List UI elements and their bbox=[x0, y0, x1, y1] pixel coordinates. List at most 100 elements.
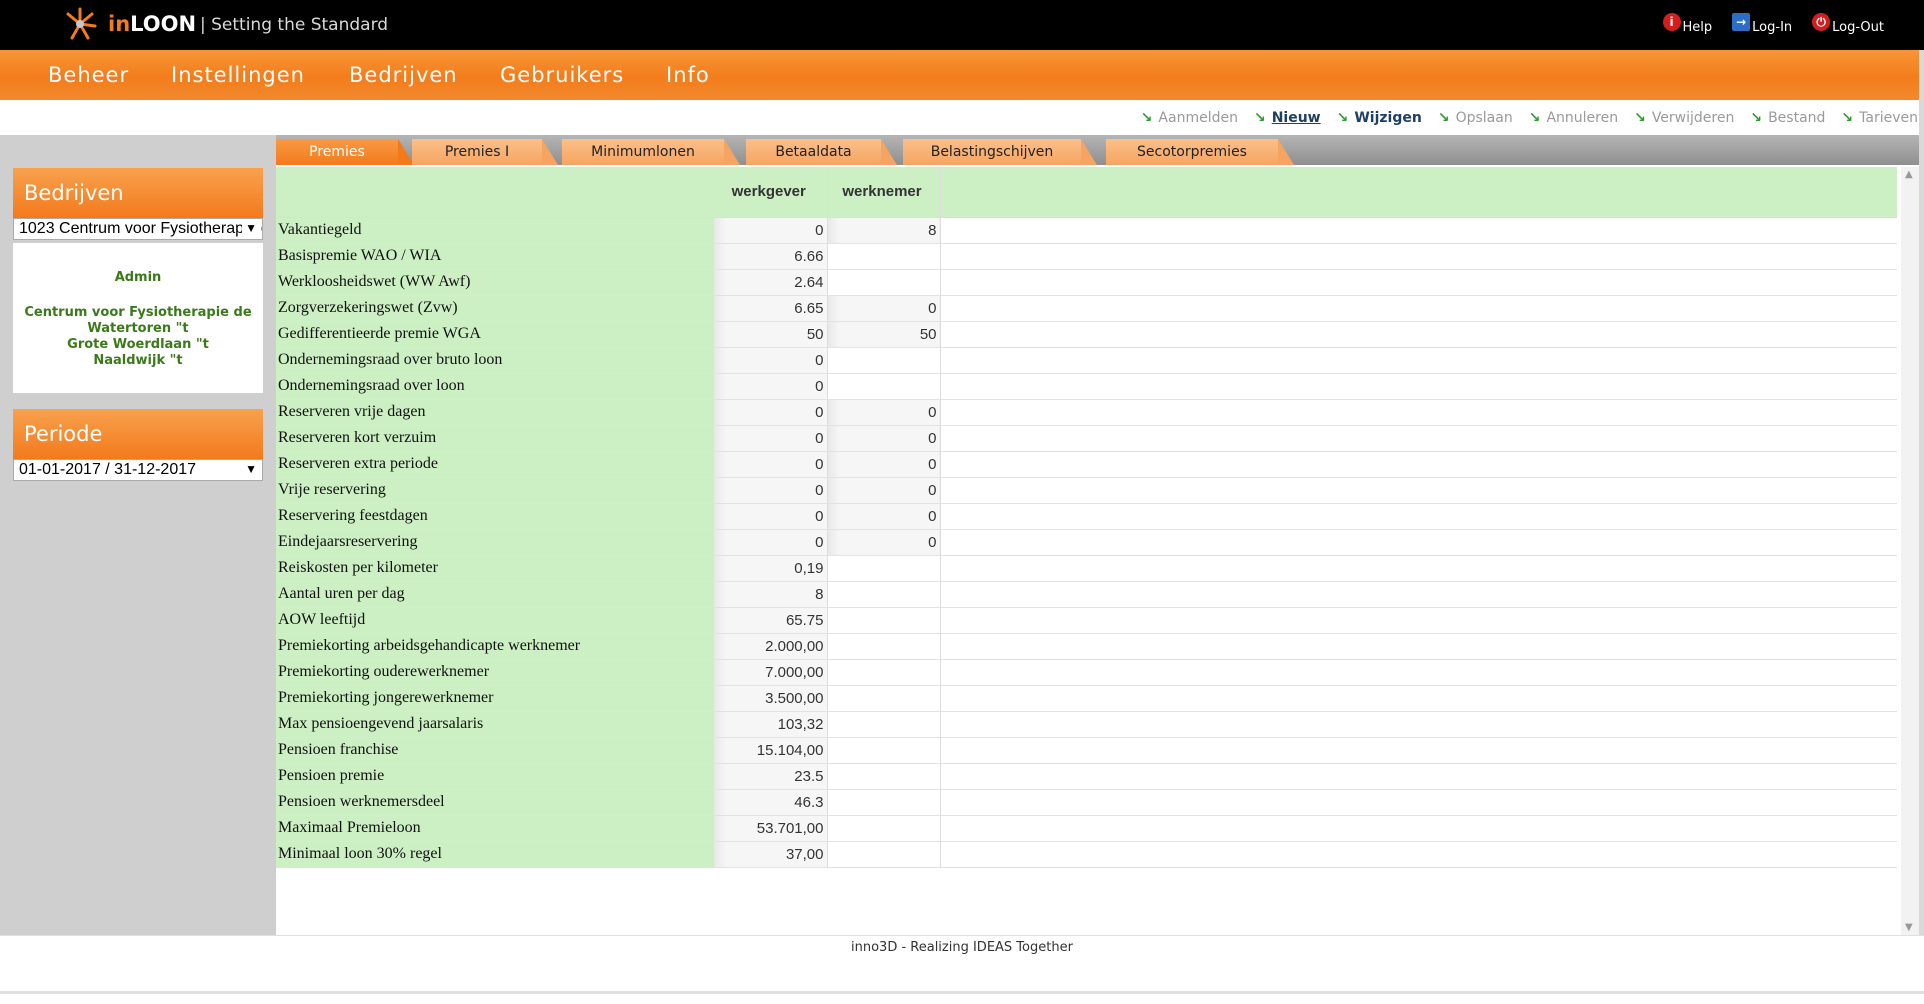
werkgever-cell[interactable]: 0 bbox=[714, 451, 828, 478]
werkgever-cell[interactable]: 0,19 bbox=[714, 555, 828, 582]
werknemer-cell[interactable]: 0 bbox=[827, 529, 941, 556]
werkgever-cell[interactable]: 2.64 bbox=[714, 269, 828, 296]
table-row: Reserveren extra periode 0 0 bbox=[276, 451, 1897, 478]
row-label: Basispremie WAO / WIA bbox=[276, 243, 714, 270]
werknemer-cell[interactable] bbox=[827, 581, 941, 608]
werknemer-cell[interactable] bbox=[827, 711, 941, 738]
werkgever-cell[interactable]: 8 bbox=[714, 581, 828, 608]
werknemer-cell[interactable]: 0 bbox=[827, 295, 941, 322]
werknemer-cell[interactable]: 0 bbox=[827, 477, 941, 504]
werknemer-cell[interactable] bbox=[827, 373, 941, 400]
werknemer-cell[interactable] bbox=[827, 841, 941, 868]
werkgever-cell[interactable]: 0 bbox=[714, 529, 828, 556]
row-spacer bbox=[940, 503, 1897, 530]
row-spacer bbox=[940, 477, 1897, 504]
wijzigen-button[interactable]: ↘ Wijzigen bbox=[1337, 110, 1422, 126]
werknemer-cell[interactable] bbox=[827, 659, 941, 686]
nav-item-info[interactable]: Info bbox=[666, 63, 710, 87]
werkgever-cell[interactable]: 37,00 bbox=[714, 841, 828, 868]
nav-item-bedrijven[interactable]: Bedrijven bbox=[349, 63, 458, 87]
werkgever-cell[interactable]: 65.75 bbox=[714, 607, 828, 634]
bestand-button[interactable]: ↘ Bestand bbox=[1750, 110, 1825, 126]
table-row: Premiekorting jongerewerknemer 3.500,00 bbox=[276, 685, 1897, 712]
row-spacer bbox=[940, 659, 1897, 686]
werknemer-cell[interactable] bbox=[827, 763, 941, 790]
row-label: Werkloosheidswet (WW Awf) bbox=[276, 269, 714, 296]
bedrijven-panel-title: Bedrijven bbox=[13, 168, 263, 218]
werkgever-cell[interactable]: 50 bbox=[714, 321, 828, 348]
werknemer-cell[interactable] bbox=[827, 243, 941, 270]
table-row: Gedifferentieerde premie WGA 50 50 bbox=[276, 321, 1897, 348]
werknemer-cell[interactable]: 8 bbox=[827, 217, 941, 244]
werknemer-cell[interactable] bbox=[827, 789, 941, 816]
row-spacer bbox=[940, 269, 1897, 296]
bedrijven-select[interactable]: 1023 Centrum voor Fysiotherapie de Water… bbox=[13, 218, 263, 240]
werknemer-cell[interactable] bbox=[827, 347, 941, 374]
periode-select[interactable]: 01-01-2017 / 31-12-2017 ▼ bbox=[13, 459, 263, 481]
verwijderen-button[interactable]: ↘ Verwijderen bbox=[1634, 110, 1734, 126]
werkgever-cell[interactable]: 7.000,00 bbox=[714, 659, 828, 686]
werknemer-cell[interactable]: 0 bbox=[827, 425, 941, 452]
werkgever-cell[interactable]: 0 bbox=[714, 503, 828, 530]
table-row: AOW leeftijd 65.75 bbox=[276, 607, 1897, 634]
werkgever-cell[interactable]: 53.701,00 bbox=[714, 815, 828, 842]
tab-belastingschijven[interactable]: Belastingschijven bbox=[903, 139, 1097, 165]
scroll-up-icon[interactable]: ▲ bbox=[1905, 169, 1913, 180]
help-link[interactable]: i Help bbox=[1662, 13, 1712, 35]
werkgever-cell[interactable]: 15.104,00 bbox=[714, 737, 828, 764]
row-spacer bbox=[940, 841, 1897, 868]
werknemer-cell[interactable] bbox=[827, 815, 941, 842]
werkgever-cell[interactable]: 2.000,00 bbox=[714, 633, 828, 660]
row-label: Vakantiegeld bbox=[276, 217, 714, 244]
werknemer-cell[interactable] bbox=[827, 737, 941, 764]
company-line: Grote Woerdlaan "t bbox=[67, 337, 209, 352]
vertical-scrollbar[interactable]: ▲ ▼ bbox=[1901, 167, 1919, 935]
row-spacer bbox=[940, 555, 1897, 582]
werkgever-cell[interactable]: 6.65 bbox=[714, 295, 828, 322]
nav-item-beheer[interactable]: Beheer bbox=[48, 63, 129, 87]
row-label: Pensioen franchise bbox=[276, 737, 714, 764]
werkgever-cell[interactable]: 0 bbox=[714, 425, 828, 452]
scroll-down-icon[interactable]: ▼ bbox=[1905, 922, 1913, 933]
tab-secotorpremies[interactable]: Secotorpremies bbox=[1106, 139, 1294, 165]
werknemer-cell[interactable]: 50 bbox=[827, 321, 941, 348]
werknemer-cell[interactable] bbox=[827, 607, 941, 634]
nav-item-gebruikers[interactable]: Gebruikers bbox=[500, 63, 624, 87]
nav-item-instellingen[interactable]: Instellingen bbox=[171, 63, 305, 87]
werkgever-cell[interactable]: 0 bbox=[714, 477, 828, 504]
tab-premies[interactable]: Premies bbox=[276, 139, 414, 165]
werkgever-cell[interactable]: 0 bbox=[714, 399, 828, 426]
nieuw-button[interactable]: ↘ Nieuw bbox=[1254, 110, 1321, 126]
login-link[interactable]: → Log-In bbox=[1732, 13, 1792, 35]
opslaan-button[interactable]: ↘ Opslaan bbox=[1438, 110, 1513, 126]
werkgever-cell[interactable]: 0 bbox=[714, 373, 828, 400]
aanmelden-button[interactable]: ↘ Aanmelden bbox=[1141, 110, 1238, 126]
tab-minimumlonen[interactable]: Minimumlonen bbox=[562, 139, 740, 165]
werknemer-cell[interactable]: 0 bbox=[827, 451, 941, 478]
werkgever-cell[interactable]: 3.500,00 bbox=[714, 685, 828, 712]
logout-link[interactable]: ⏻ Log-Out bbox=[1812, 13, 1884, 35]
tarieven-button[interactable]: ↘ Tarieven bbox=[1841, 110, 1918, 126]
table-row: Reservering feestdagen 0 0 bbox=[276, 503, 1897, 530]
werknemer-cell[interactable] bbox=[827, 269, 941, 296]
werkgever-cell[interactable]: 46.3 bbox=[714, 789, 828, 816]
werkgever-cell[interactable]: 6.66 bbox=[714, 243, 828, 270]
starburst-logo-icon bbox=[66, 7, 97, 40]
app-tagline: | Setting the Standard bbox=[200, 15, 389, 35]
werknemer-cell[interactable] bbox=[827, 633, 941, 660]
table-row: Reiskosten per kilometer 0,19 bbox=[276, 555, 1897, 582]
header-werknemer: werknemer bbox=[827, 167, 941, 218]
top-bar: inLOON | Setting the Standard i Help → L… bbox=[0, 0, 1924, 50]
werknemer-cell[interactable]: 0 bbox=[827, 503, 941, 530]
row-label: Minimaal loon 30% regel bbox=[276, 841, 714, 868]
annuleren-button[interactable]: ↘ Annuleren bbox=[1529, 110, 1618, 126]
tab-betaaldata[interactable]: Betaaldata bbox=[746, 139, 897, 165]
werkgever-cell[interactable]: 103,32 bbox=[714, 711, 828, 738]
werkgever-cell[interactable]: 0 bbox=[714, 347, 828, 374]
werknemer-cell[interactable] bbox=[827, 555, 941, 582]
werknemer-cell[interactable] bbox=[827, 685, 941, 712]
werkgever-cell[interactable]: 0 bbox=[714, 217, 828, 244]
werkgever-cell[interactable]: 23.5 bbox=[714, 763, 828, 790]
werknemer-cell[interactable]: 0 bbox=[827, 399, 941, 426]
tab-premies-i[interactable]: Premies I bbox=[412, 139, 558, 165]
